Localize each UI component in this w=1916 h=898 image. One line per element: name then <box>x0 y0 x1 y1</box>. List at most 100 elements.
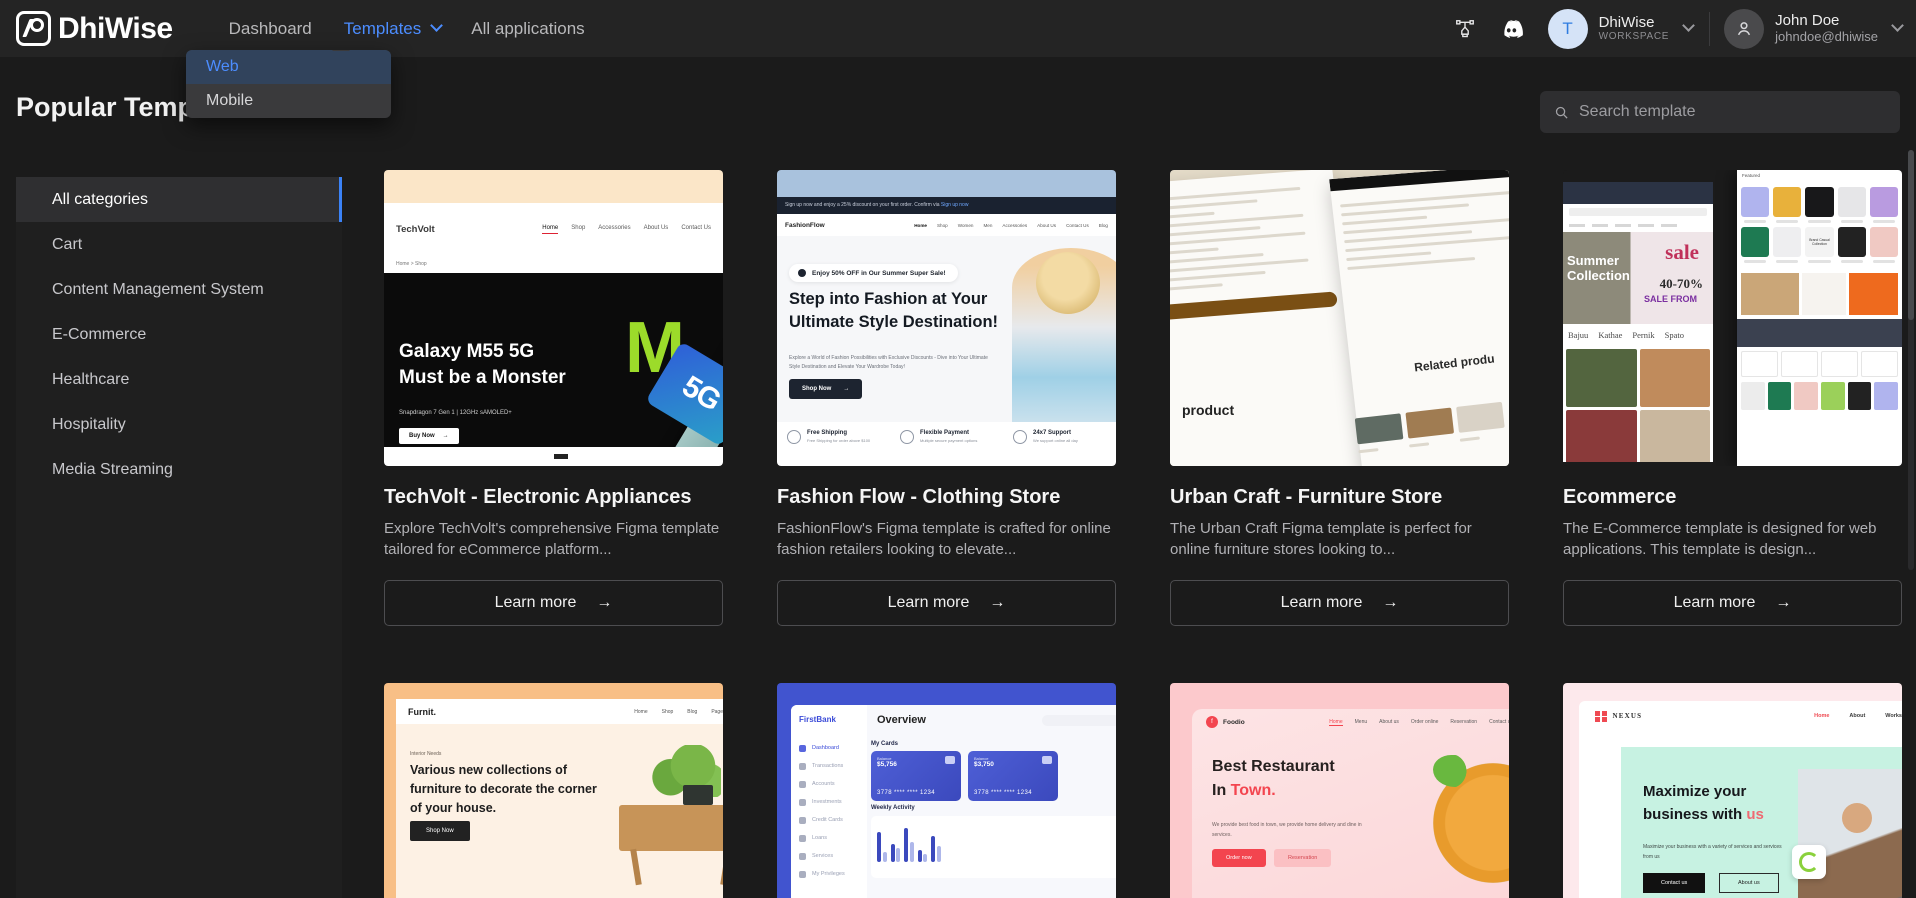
sidebar-item-e-commerce[interactable]: E-Commerce <box>16 312 342 357</box>
preview-headline-line: Best Restaurant <box>1212 758 1335 776</box>
card-chip-icon <box>1042 756 1052 765</box>
pot-illustration <box>683 785 713 806</box>
template-card[interactable]: FirstBank Dashboard Transactions Account… <box>777 683 1116 898</box>
nav-link-label[interactable]: All applications <box>469 13 586 45</box>
preview-nav-link: Home <box>634 708 648 715</box>
preview-announcement-text: Sign up now and enjoy a 25% discount on … <box>785 202 941 208</box>
preview-headline-line: In <box>1212 781 1231 799</box>
dropdown-item-mobile[interactable]: Mobile <box>186 84 391 118</box>
learn-more-button[interactable]: Learn more → <box>1170 580 1509 627</box>
template-thumbnail[interactable]: NEXUS Home About Works Maximize your bus… <box>1563 683 1902 898</box>
preview-nav-link: Blog <box>687 708 698 715</box>
workspace-switcher[interactable]: T DhiWise WORKSPACE <box>1534 8 1704 49</box>
preview-section-label: My Cards <box>871 741 899 748</box>
preview-nav-link: About Us <box>1037 222 1057 228</box>
preview-headline: Maximize your business with us <box>1643 781 1764 825</box>
chevron-down-icon <box>430 19 444 32</box>
template-card[interactable]: f Foodio Home Menu About us Order online… <box>1170 683 1509 898</box>
preview-nav-link: About <box>1849 713 1866 720</box>
preview-nav-link: Home <box>542 225 559 234</box>
preview-cta-label: Shop Now <box>802 386 832 392</box>
template-thumbnail[interactable]: f Foodio Home Menu About us Order online… <box>1170 683 1509 898</box>
techvolt-preview: TechVolt Home Shop Accessories About Us … <box>384 170 723 466</box>
template-card[interactable]: Sign up now and enjoy a 25% discount on … <box>777 170 1116 627</box>
template-thumbnail[interactable]: Summer Collection sale 40-70% SALE FROM … <box>1563 170 1902 466</box>
sidebar-item-media-streaming[interactable]: Media Streaming <box>16 447 342 492</box>
preview-nav-link: About Us <box>643 224 669 231</box>
dropdown-item-web[interactable]: Web <box>186 50 391 84</box>
sidebar-item-cart[interactable]: Cart <box>16 222 342 267</box>
sidebar-item-hospitality[interactable]: Hospitality <box>16 402 342 447</box>
user-menu[interactable]: John Doe johndoe@dhiwise <box>1716 8 1916 49</box>
workspace-name: DhiWise <box>1598 13 1655 31</box>
foodio-preview: f Foodio Home Menu About us Order online… <box>1170 683 1509 898</box>
preview-nav-link: Accessories <box>1002 222 1028 228</box>
template-card[interactable]: TechVolt Home Shop Accessories About Us … <box>384 170 723 627</box>
learn-more-button[interactable]: Learn more → <box>1563 580 1902 627</box>
learn-more-label: Learn more <box>887 594 970 612</box>
template-thumbnail[interactable]: Sign up now and enjoy a 25% discount on … <box>777 170 1116 466</box>
preview-logo: Furnit. <box>408 706 436 717</box>
template-card[interactable]: NEXUS Home About Works Maximize your bus… <box>1563 683 1902 898</box>
gift-icon <box>798 269 806 277</box>
gauge-widget <box>1792 845 1826 880</box>
preview-nav-link: Contact Us <box>1066 222 1089 228</box>
preview-nav-link: Menu <box>1354 719 1368 726</box>
arrow-right-icon: → <box>989 594 1006 612</box>
template-thumbnail[interactable]: TechVolt Home Shop Accessories About Us … <box>384 170 723 466</box>
preview-secondary-button: About us <box>1719 873 1779 894</box>
template-thumbnail[interactable]: product Related produ <box>1170 170 1509 466</box>
template-card[interactable]: Furnit. Home Shop Blog Page Interior Nee… <box>384 683 723 898</box>
shipping-icon <box>787 430 801 444</box>
preview-logo: Foodio <box>1223 718 1245 726</box>
preview-headline-accent: Town. <box>1230 781 1276 799</box>
preview-banner-line: Summer <box>1567 253 1620 268</box>
preview-popular-row <box>1737 377 1902 415</box>
arrow-right-icon: → <box>1775 594 1792 612</box>
nav-item-templates[interactable]: Templates <box>342 13 444 45</box>
nav-link-label[interactable]: Templates <box>342 13 423 45</box>
furnit-preview: Furnit. Home Shop Blog Page Interior Nee… <box>384 683 723 898</box>
preview-menu-item: Loans <box>812 835 827 842</box>
preview-cta-button: Shop Now <box>410 821 470 842</box>
page-scrollbar-thumb[interactable] <box>1908 150 1914 320</box>
card-description: The E-Commerce template is designed for … <box>1563 520 1877 558</box>
preview-bank-card: Balance $3,750 3778 **** **** 1234 <box>968 751 1058 802</box>
pen-tool-icon <box>1455 19 1474 37</box>
brand-logo[interactable]: DhiWise <box>16 11 173 46</box>
template-card[interactable]: product Related produ Urban Craft - Furn… <box>1170 170 1509 627</box>
figma-pen-tool-button[interactable] <box>1442 6 1488 52</box>
arrow-right-icon: → <box>1382 594 1399 612</box>
preview-primary-button: Order now <box>1212 849 1266 868</box>
sidebar-item-healthcare[interactable]: Healthcare <box>16 357 342 402</box>
preview-sidebar: FirstBank Dashboard Transactions Account… <box>791 705 867 898</box>
preview-cta-label: Buy Now <box>409 433 435 439</box>
template-thumbnail[interactable]: Furnit. Home Shop Blog Page Interior Nee… <box>384 683 723 898</box>
template-card[interactable]: Summer Collection sale 40-70% SALE FROM … <box>1563 170 1902 627</box>
search-input[interactable] <box>1579 103 1886 121</box>
preview-headline: Various new collections of furniture to … <box>410 763 597 815</box>
preview-eyebrow: Interior Needs <box>410 751 442 758</box>
preview-paragraph: Explore a World of Fashion Possibilities… <box>789 355 988 370</box>
learn-more-button[interactable]: Learn more → <box>384 580 723 627</box>
nav-item-all-applications[interactable]: All applications <box>469 13 586 45</box>
template-thumbnail[interactable]: FirstBank Dashboard Transactions Account… <box>777 683 1116 898</box>
learn-more-button[interactable]: Learn more → <box>777 580 1116 627</box>
preview-section-label: Weekly Activity <box>871 805 915 812</box>
search-template-box[interactable] <box>1540 91 1900 133</box>
preview-breadcrumb: Home > Shop <box>384 255 723 273</box>
discord-button[interactable] <box>1488 6 1534 52</box>
sidebar-item-cms[interactable]: Content Management System <box>16 267 342 312</box>
preview-primary-button: Contact us <box>1643 873 1706 894</box>
sidebar-item-all-categories[interactable]: All categories <box>16 177 342 222</box>
nav-link-label[interactable]: Dashboard <box>227 13 314 45</box>
preview-nav-link: Page <box>711 708 723 715</box>
brand-name: Spato <box>1664 330 1684 340</box>
model-hair <box>1036 252 1100 314</box>
preview-primary-button <box>1170 291 1338 322</box>
preview-menu-item: Credit Cards <box>812 817 843 824</box>
preview-activity-chart <box>871 816 1116 879</box>
category-sidebar: All categories Cart Content Management S… <box>16 177 342 898</box>
nav-item-dashboard[interactable]: Dashboard <box>227 13 314 45</box>
preview-nav-link: Men <box>983 222 993 228</box>
